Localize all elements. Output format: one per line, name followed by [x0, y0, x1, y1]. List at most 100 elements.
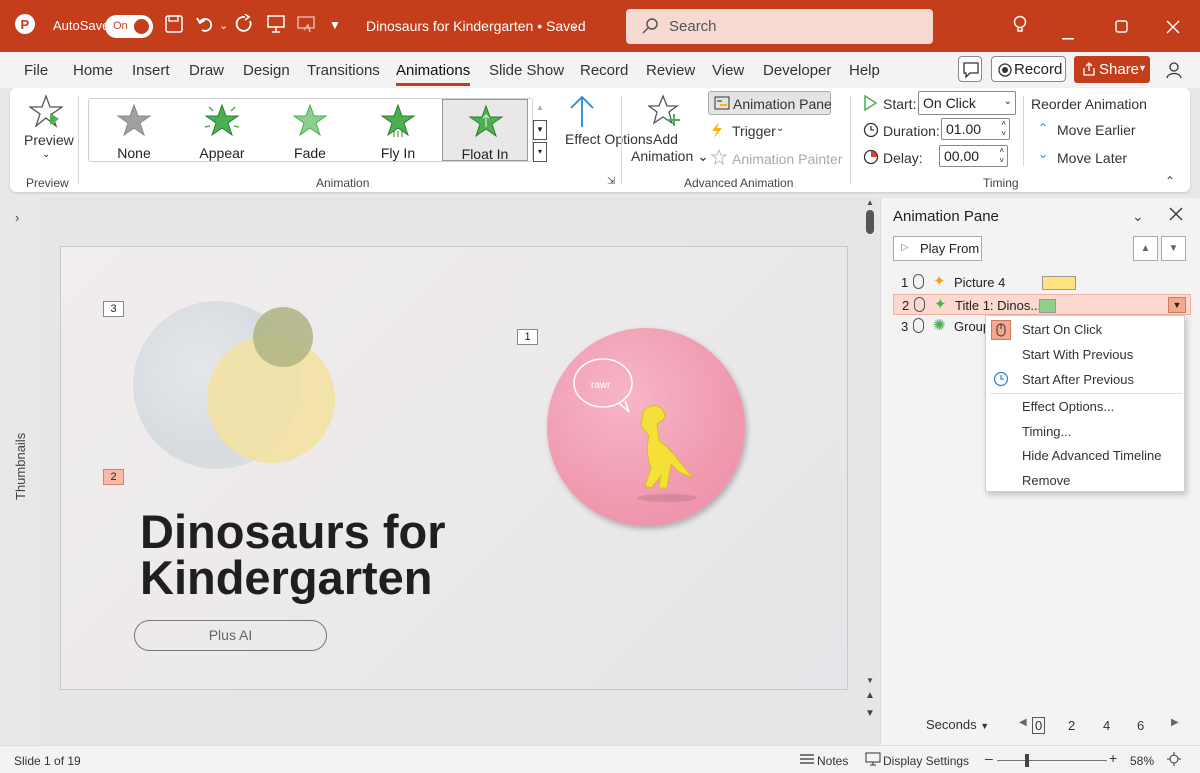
animation-item-selected[interactable]: 2 ✦ Title 1: Dinos... ▼	[893, 294, 1191, 315]
comments-button[interactable]	[958, 56, 982, 82]
slideshow-icon[interactable]	[296, 14, 316, 39]
menu-item-effect-options[interactable]: Effect Options...	[1022, 399, 1114, 414]
add-animation-button[interactable]: Add Animation ⌄	[628, 94, 709, 170]
gallery-item-fade[interactable]: Fade	[267, 99, 353, 161]
zoom-level[interactable]: 58%	[1130, 754, 1154, 768]
notes-button[interactable]: Notes	[817, 754, 848, 768]
timeline-right-icon[interactable]: ▶	[1171, 717, 1179, 728]
gallery-scroll[interactable]: ▲ ▼ ▾	[533, 98, 547, 162]
close-icon[interactable]	[1166, 18, 1180, 39]
collapse-ribbon-icon[interactable]: ⌃	[1165, 174, 1175, 188]
search-box[interactable]: Search	[626, 9, 933, 44]
pane-options-icon[interactable]: ⌄	[1132, 208, 1144, 225]
gallery-up-icon[interactable]: ▲	[533, 98, 547, 118]
delay-input[interactable]: 00.00 ˄ ˅	[939, 145, 1008, 167]
tab-insert[interactable]: Insert	[132, 62, 170, 79]
zoom-slider-thumb[interactable]	[1025, 754, 1029, 767]
animation-marker-selected[interactable]: 2	[103, 469, 124, 485]
trigger-button[interactable]: Trigger ⌄	[710, 120, 800, 142]
tab-record[interactable]: Record	[580, 62, 628, 79]
tab-help[interactable]: Help	[849, 62, 880, 79]
timeline-left-icon[interactable]: ◀	[1019, 717, 1027, 728]
tab-file[interactable]: File	[24, 62, 48, 79]
present-icon[interactable]	[266, 14, 286, 39]
expand-thumbnails-icon[interactable]: ›	[15, 210, 19, 225]
title-dropdown-icon[interactable]: ⌄	[570, 19, 579, 32]
menu-item-start-on-click[interactable]: Start On Click	[1022, 322, 1102, 337]
preview-button[interactable]: Preview ⌄	[20, 94, 74, 164]
zoom-slider[interactable]	[997, 760, 1107, 761]
gallery-item-appear[interactable]: Appear	[179, 99, 265, 161]
gallery-item-fly-in[interactable]: Fly In	[355, 99, 441, 161]
minimize-icon[interactable]	[1062, 24, 1076, 45]
animation-pane-button[interactable]: Animation Pane	[708, 91, 832, 115]
redo-icon[interactable]	[234, 13, 256, 39]
zoom-in-icon[interactable]: +	[1109, 750, 1117, 766]
menu-item-remove[interactable]: Remove	[1022, 473, 1070, 488]
scroll-thumb[interactable]	[866, 210, 874, 234]
close-pane-icon[interactable]	[1169, 207, 1183, 224]
tab-transitions[interactable]: Transitions	[307, 62, 380, 79]
lightbulb-icon[interactable]	[1011, 14, 1029, 39]
spin-arrows-icon[interactable]: ˄ ˅	[1001, 119, 1006, 139]
move-down-button[interactable]: ▼	[1161, 236, 1186, 261]
autosave-toggle[interactable]: On	[105, 15, 153, 38]
spin-arrows-icon[interactable]: ˄ ˅	[999, 146, 1004, 166]
dinosaur-picture[interactable]: rawr	[547, 328, 745, 526]
notes-icon[interactable]	[799, 752, 815, 769]
document-title[interactable]: Dinosaurs for Kindergarten • Saved	[366, 18, 586, 34]
save-icon[interactable]	[164, 14, 184, 39]
animation-pane-title: Animation Pane	[893, 208, 999, 225]
display-settings-icon[interactable]	[865, 752, 881, 769]
tab-animations[interactable]: Animations	[396, 62, 471, 86]
animation-painter-button[interactable]: Animation Painter	[710, 148, 845, 170]
tab-slide-show[interactable]: Slide Show	[489, 62, 564, 79]
animation-item[interactable]: 1 ✦ Picture 4	[893, 272, 1191, 293]
vertical-scrollbar[interactable]: ▲ ▼ ▲ ▼	[862, 198, 878, 745]
item-dropdown-button[interactable]: ▼	[1168, 297, 1186, 313]
animation-marker[interactable]: 1	[517, 329, 538, 345]
undo-icon[interactable]	[195, 14, 217, 39]
scroll-down-icon[interactable]: ▼	[866, 676, 874, 685]
record-button[interactable]: Record	[991, 56, 1066, 82]
tab-view[interactable]: View	[712, 62, 744, 79]
tab-home[interactable]: Home	[73, 62, 113, 79]
menu-item-hide-advanced-timeline[interactable]: Hide Advanced Timeline	[1022, 448, 1161, 463]
tab-draw[interactable]: Draw	[189, 62, 224, 79]
tab-developer[interactable]: Developer	[763, 62, 831, 79]
slide-title[interactable]: Dinosaurs for Kindergarten	[140, 508, 446, 601]
tab-review[interactable]: Review	[646, 62, 695, 79]
seconds-dropdown[interactable]: Seconds ▼	[926, 717, 989, 732]
share-button[interactable]: Share ▼	[1074, 56, 1150, 83]
dialog-launcher-icon[interactable]: ⇲	[607, 176, 615, 187]
move-earlier-button[interactable]: ⌃ Move Earlier	[1036, 119, 1146, 139]
play-from-button[interactable]: ▷ Play From	[893, 236, 982, 261]
plus-ai-button[interactable]: Plus AI	[134, 620, 327, 651]
move-up-button[interactable]: ▲	[1133, 236, 1158, 261]
next-slide-icon[interactable]: ▼	[865, 708, 875, 719]
start-dropdown[interactable]: On Click ⌄	[918, 91, 1016, 115]
animation-marker[interactable]: 3	[103, 301, 124, 317]
move-later-button[interactable]: ⌄ Move Later	[1036, 146, 1146, 166]
zoom-out-icon[interactable]: –	[985, 750, 993, 766]
duration-input[interactable]: 01.00 ˄ ˅	[941, 118, 1010, 140]
gallery-item-float-in[interactable]: Float In	[442, 99, 528, 162]
gallery-down-icon[interactable]: ▼	[533, 120, 547, 140]
thumbnails-label[interactable]: Thumbnails	[13, 433, 28, 500]
gallery-more-icon[interactable]: ▾	[533, 142, 547, 162]
fit-slide-icon[interactable]	[1166, 751, 1182, 770]
menu-item-timing[interactable]: Timing...	[1022, 424, 1071, 439]
undo-dropdown-icon[interactable]: ⌄	[219, 19, 228, 32]
coauthor-icon[interactable]	[1165, 60, 1185, 83]
customize-qat-icon[interactable]: ▼	[329, 18, 341, 32]
effect-options-button[interactable]: Effect Options	[552, 94, 653, 170]
menu-item-start-with-previous[interactable]: Start With Previous	[1022, 347, 1133, 362]
menu-item-start-after-previous[interactable]: Start After Previous	[1022, 372, 1134, 387]
gallery-item-none[interactable]: None	[91, 99, 177, 161]
previous-slide-icon[interactable]: ▲	[865, 690, 875, 701]
display-settings-button[interactable]: Display Settings	[883, 754, 969, 768]
olive-circle[interactable]	[253, 307, 313, 367]
tab-design[interactable]: Design	[243, 62, 290, 79]
scroll-up-icon[interactable]: ▲	[866, 198, 874, 207]
maximize-icon[interactable]	[1115, 18, 1129, 39]
